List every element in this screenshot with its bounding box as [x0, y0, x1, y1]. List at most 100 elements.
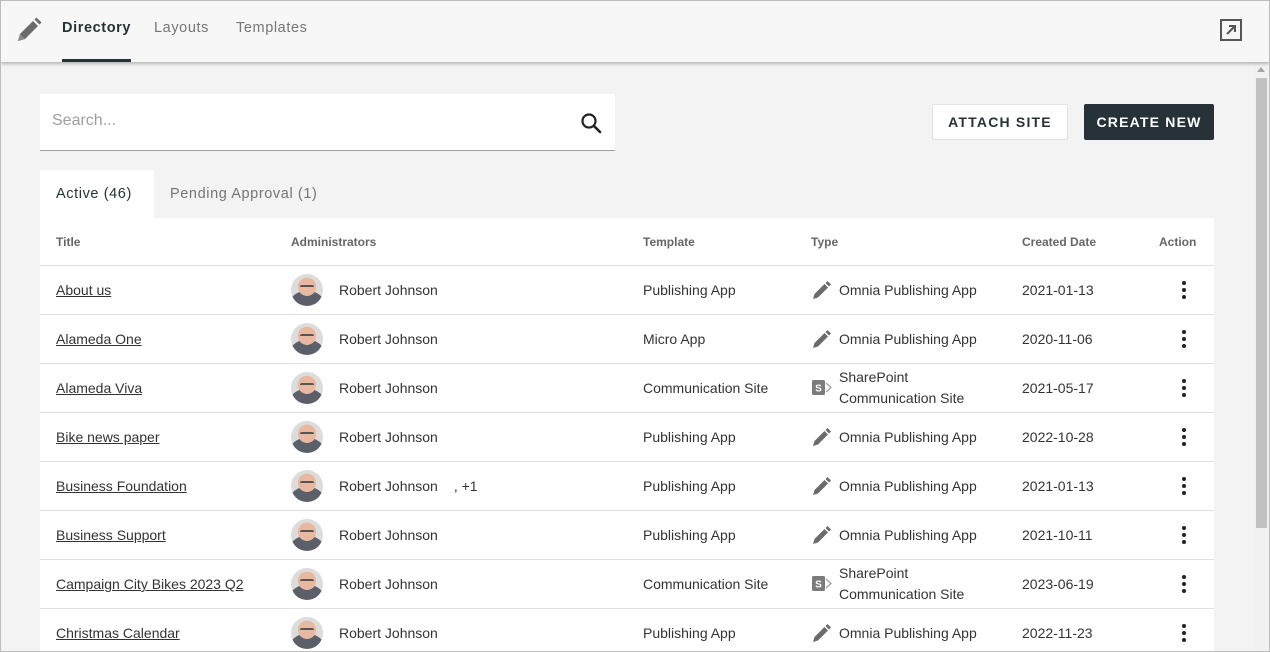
site-title-link[interactable]: Bike news paper: [56, 429, 160, 445]
avatar[interactable]: [291, 323, 323, 355]
more-vert-icon: [1182, 477, 1186, 495]
created-date-cell: 2023-06-19: [1022, 576, 1094, 592]
administrators-cell: Robert Johnson: [291, 511, 438, 559]
avatar[interactable]: [291, 568, 323, 600]
tab-active-sites[interactable]: Active (46): [40, 170, 154, 218]
column-header-action: Action: [1159, 235, 1197, 249]
type-cell: S SharePoint Communication Site: [811, 364, 964, 412]
site-title-link[interactable]: Business Support: [56, 527, 166, 543]
type-cell: Omnia Publishing App: [811, 413, 977, 461]
site-title-cell: Bike news paper: [56, 413, 160, 461]
omnia-pencil-icon: [811, 426, 833, 448]
admin-name: Robert Johnson: [339, 282, 438, 298]
type-label: Omnia Publishing App: [839, 624, 977, 641]
omnia-pencil-icon: [811, 622, 833, 644]
site-title-link[interactable]: Christmas Calendar: [56, 625, 180, 641]
attach-site-button[interactable]: ATTACH SITE: [932, 104, 1068, 140]
search-input[interactable]: [52, 106, 552, 136]
column-header-created-date[interactable]: Created Date: [1022, 218, 1096, 266]
row-actions-button[interactable]: [1170, 511, 1198, 559]
row-actions-button[interactable]: [1170, 462, 1198, 510]
column-header-title[interactable]: Title: [56, 218, 80, 266]
admin-name: Robert Johnson: [339, 527, 438, 543]
table-row: Campaign City Bikes 2023 Q2 Robert Johnso…: [40, 560, 1214, 609]
administrators-cell: Robert Johnson: [291, 560, 438, 608]
more-vert-icon: [1182, 379, 1186, 397]
administrators-cell: Robert Johnson: [291, 364, 438, 412]
type-cell: Omnia Publishing App: [811, 266, 977, 314]
site-title-cell: Alameda One: [56, 315, 142, 363]
admin-name: Robert Johnson: [339, 478, 438, 494]
table-row: Business Foundation Robert Johnson , +1 Pub…: [40, 462, 1214, 511]
more-vert-icon: [1182, 281, 1186, 299]
site-title-cell: About us: [56, 266, 111, 314]
admin-name: Robert Johnson: [339, 625, 438, 641]
row-actions-button[interactable]: [1170, 266, 1198, 314]
table-header: Title Administrators Template Type Creat…: [40, 218, 1214, 266]
svg-text:S: S: [815, 580, 822, 591]
template-cell: Publishing App: [643, 478, 736, 494]
avatar[interactable]: [291, 470, 323, 502]
column-header-administrators: Administrators: [291, 235, 377, 249]
administrators-cell: Robert Johnson , +1: [291, 462, 478, 510]
site-title-cell: Campaign City Bikes 2023 Q2: [56, 560, 244, 608]
type-label-line: Communication Site: [839, 586, 965, 602]
omnia-pencil-icon: [811, 475, 833, 497]
created-date-cell: 2021-01-13: [1022, 282, 1094, 298]
omnia-pencil-icon: [811, 279, 833, 301]
scrollbar-thumb[interactable]: [1256, 78, 1267, 528]
avatar[interactable]: [291, 617, 323, 649]
site-title-link[interactable]: Campaign City Bikes 2023 Q2: [56, 576, 244, 592]
type-label: Omnia Publishing App: [839, 428, 977, 445]
administrators-cell: Robert Johnson: [291, 266, 438, 314]
avatar[interactable]: [291, 421, 323, 453]
type-cell: Omnia Publishing App: [811, 462, 977, 510]
template-cell: Communication Site: [643, 380, 769, 396]
site-title-link[interactable]: Business Foundation: [56, 478, 187, 494]
row-actions-button[interactable]: [1170, 609, 1198, 651]
sharepoint-icon: S: [811, 573, 833, 595]
row-actions-button[interactable]: [1170, 364, 1198, 412]
row-actions-button[interactable]: [1170, 413, 1198, 461]
type-label: Omnia Publishing App: [839, 477, 977, 494]
column-header-type[interactable]: Type: [811, 218, 838, 266]
search-box: [40, 94, 615, 151]
table-row: Alameda Viva Robert Johnson Communication …: [40, 364, 1214, 413]
created-date-cell: 2021-10-11: [1022, 527, 1093, 543]
type-cell: Omnia Publishing App: [811, 609, 977, 651]
omnia-pencil-icon: [811, 524, 833, 546]
site-title-link[interactable]: Alameda Viva: [56, 380, 142, 396]
scroll-up-arrow-icon[interactable]: [1257, 67, 1265, 72]
avatar[interactable]: [291, 519, 323, 551]
more-vert-icon: [1182, 575, 1186, 593]
tab-layouts[interactable]: Layouts: [154, 1, 209, 62]
created-date-cell: 2022-11-23: [1022, 625, 1093, 641]
site-title-cell: Business Foundation: [56, 462, 187, 510]
open-in-new-icon[interactable]: [1219, 18, 1243, 42]
tab-pending-approval[interactable]: Pending Approval (1): [154, 170, 333, 218]
type-cell: S SharePoint Communication Site: [811, 560, 964, 608]
site-title-cell: Christmas Calendar: [56, 609, 180, 651]
type-label: Omnia Publishing App: [839, 330, 977, 347]
row-actions-button[interactable]: [1170, 315, 1198, 363]
avatar[interactable]: [291, 274, 323, 306]
pencil-icon[interactable]: [14, 15, 44, 45]
sites-table: Title Administrators Template Type Creat…: [40, 218, 1214, 651]
site-title-cell: Alameda Viva: [56, 364, 142, 412]
admin-name: Robert Johnson: [339, 429, 438, 445]
more-vert-icon: [1182, 624, 1186, 642]
row-actions-button[interactable]: [1170, 560, 1198, 608]
tab-directory[interactable]: Directory: [62, 1, 132, 62]
admin-more-count[interactable]: , +1: [454, 478, 478, 494]
site-title-link[interactable]: About us: [56, 282, 111, 298]
admin-name: Robert Johnson: [339, 331, 438, 347]
template-cell: Publishing App: [643, 625, 736, 641]
avatar[interactable]: [291, 372, 323, 404]
column-header-template[interactable]: Template: [643, 218, 695, 266]
tab-templates[interactable]: Templates: [236, 1, 308, 62]
administrators-cell: Robert Johnson: [291, 413, 438, 461]
site-title-link[interactable]: Alameda One: [56, 331, 142, 347]
omnia-pencil-icon: [811, 328, 833, 350]
create-new-button[interactable]: CREATE NEW: [1084, 104, 1214, 140]
search-icon[interactable]: [580, 112, 602, 134]
